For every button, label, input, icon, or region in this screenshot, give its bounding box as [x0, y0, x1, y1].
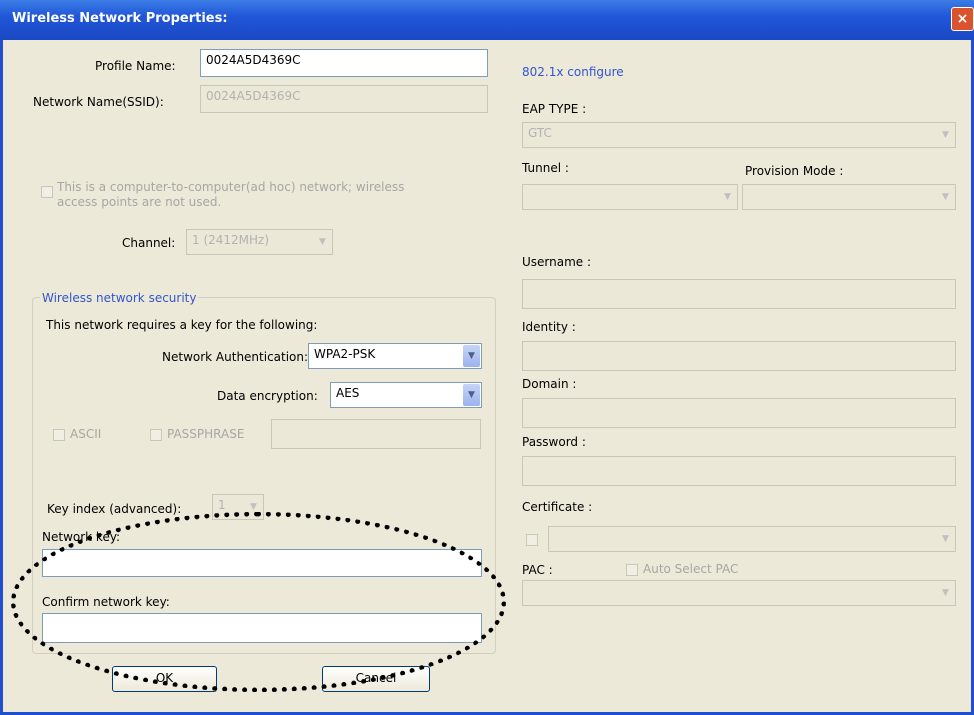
adhoc-label-line1: This is a computer-to-computer(ad hoc) n…: [57, 180, 405, 194]
network-auth-select[interactable]: WPA2-PSK ▼: [308, 343, 482, 369]
pac-label: PAC :: [522, 563, 553, 577]
ok-button[interactable]: OK: [112, 666, 217, 692]
username-label: Username :: [522, 255, 592, 269]
window-title: Wireless Network Properties:: [12, 11, 228, 26]
dialog-window: Wireless Network Properties: × Profile N…: [0, 0, 974, 715]
security-group-title: Wireless network security: [40, 291, 199, 305]
key-index-select: 1 ▼: [212, 494, 264, 520]
certificate-select: ▼: [548, 526, 956, 552]
channel-value: 1 (2412MHz): [192, 233, 270, 247]
security-requires-text: This network requires a key for the foll…: [46, 318, 318, 332]
password-label: Password :: [522, 435, 586, 449]
network-key-input[interactable]: [42, 549, 482, 577]
domain-label: Domain :: [522, 377, 577, 391]
confirm-key-input[interactable]: [42, 613, 482, 643]
passphrase-input: [271, 419, 481, 449]
data-encryption-label: Data encryption:: [217, 389, 318, 403]
ascii-checkbox: [53, 429, 65, 441]
eap-type-label: EAP TYPE :: [522, 102, 587, 116]
title-bar[interactable]: Wireless Network Properties: ×: [0, 0, 974, 40]
ssid-input: 0024A5D4369C: [200, 85, 488, 113]
pac-select: ▼: [522, 580, 956, 606]
passphrase-checkbox: [150, 429, 162, 441]
auto-select-pac-label: Auto Select PAC: [643, 562, 739, 576]
channel-select: 1 (2412MHz) ▼: [186, 229, 333, 255]
confirm-key-label: Confirm network key:: [42, 595, 170, 609]
chevron-down-icon: ▼: [245, 496, 262, 518]
tunnel-select: ▼: [522, 184, 738, 210]
domain-input: [522, 398, 956, 428]
chevron-down-icon[interactable]: ▼: [463, 384, 480, 406]
close-button[interactable]: ×: [951, 7, 974, 31]
cancel-button[interactable]: Cancel: [322, 666, 430, 692]
dot1x-title: 802.1x configure: [522, 65, 624, 79]
ascii-label: ASCII: [70, 427, 102, 441]
chevron-down-icon: ▼: [937, 582, 954, 604]
key-index-value: 1: [218, 498, 226, 512]
provision-mode-label: Provision Mode :: [745, 164, 844, 178]
profile-name-label: Profile Name:: [95, 59, 176, 73]
identity-label: Identity :: [522, 320, 576, 334]
chevron-down-icon: ▼: [719, 186, 736, 208]
network-key-label: Network key:: [42, 530, 121, 544]
chevron-down-icon: ▼: [937, 186, 954, 208]
close-icon: ×: [956, 11, 969, 27]
eap-type-value: GTC: [528, 126, 552, 140]
certificate-label: Certificate :: [522, 500, 593, 514]
chevron-down-icon: ▼: [937, 124, 954, 146]
password-input: [522, 456, 956, 486]
chevron-down-icon: ▼: [314, 231, 331, 253]
adhoc-label-line2: access points are not used.: [57, 195, 222, 209]
data-encryption-value: AES: [336, 386, 360, 400]
tunnel-label: Tunnel :: [522, 161, 569, 175]
network-auth-value: WPA2-PSK: [314, 347, 376, 361]
passphrase-label: PASSPHRASE: [167, 427, 245, 441]
auto-select-pac-checkbox: [626, 564, 638, 576]
channel-label: Channel:: [122, 236, 176, 250]
profile-name-input[interactable]: 0024A5D4369C: [200, 49, 488, 77]
network-auth-label: Network Authentication:: [162, 350, 309, 364]
key-index-label: Key index (advanced):: [47, 502, 182, 516]
ssid-label: Network Name(SSID):: [33, 95, 164, 109]
data-encryption-select[interactable]: AES ▼: [330, 382, 482, 408]
identity-input: [522, 341, 956, 371]
eap-type-select: GTC ▼: [522, 122, 956, 148]
username-input: [522, 279, 956, 309]
adhoc-checkbox[interactable]: [41, 186, 53, 198]
chevron-down-icon: ▼: [937, 528, 954, 550]
window-frame-left: [0, 40, 3, 715]
chevron-down-icon[interactable]: ▼: [463, 345, 480, 367]
certificate-checkbox: [526, 534, 538, 546]
provision-mode-select: ▼: [742, 184, 956, 210]
